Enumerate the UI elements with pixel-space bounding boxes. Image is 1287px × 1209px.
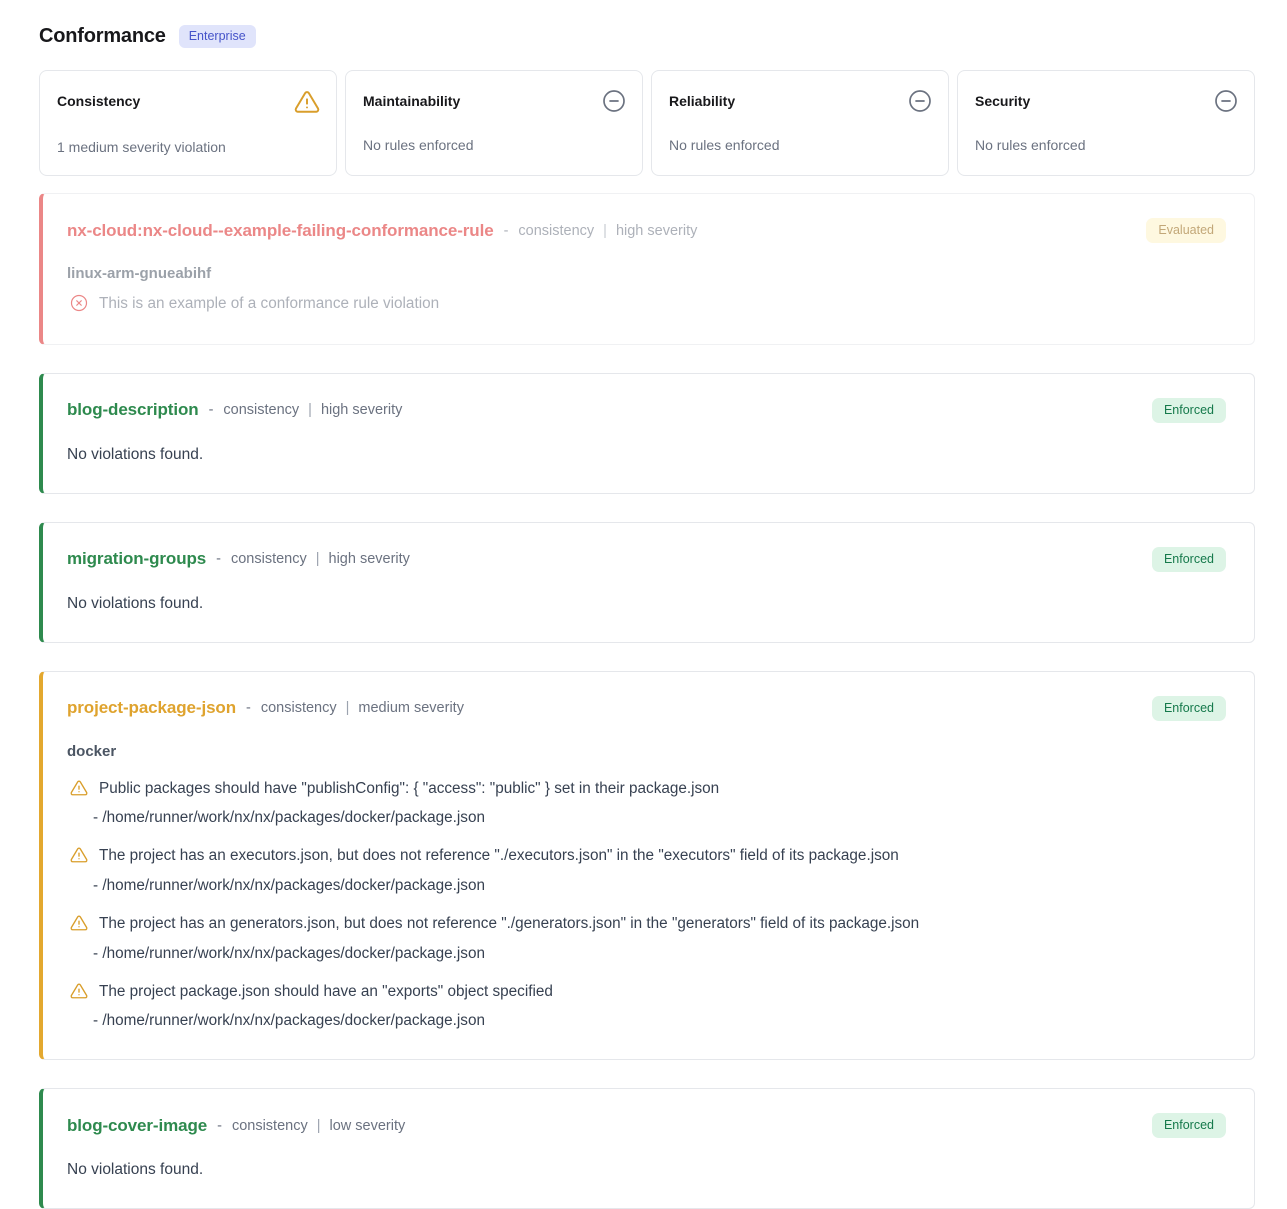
rule-category: consistency [261, 700, 337, 716]
violation-path: - /home/runner/work/nx/nx/packages/docke… [67, 809, 1226, 827]
page-title: Conformance [39, 25, 166, 48]
pipe-separator: | [346, 700, 350, 716]
violation-path: - /home/runner/work/nx/nx/packages/docke… [67, 945, 1226, 963]
rule-name-link[interactable]: blog-description [67, 400, 199, 420]
pipe-separator: | [316, 551, 320, 567]
summary-card-title: Maintainability [363, 89, 460, 109]
page-header: Conformance Enterprise [39, 25, 1255, 48]
rule-severity: low severity [330, 1118, 406, 1134]
summary-cards-row: Consistency 1 medium severity violation … [39, 70, 1255, 176]
rule-card-project-package-json: project-package-json - consistency | med… [39, 671, 1255, 1061]
violation-message: The project has an executors.json, but d… [99, 846, 899, 867]
enterprise-badge: Enterprise [179, 25, 256, 48]
warning-triangle-icon [70, 982, 88, 1000]
rule-category: consistency [518, 223, 594, 239]
status-badge: Enforced [1152, 1113, 1226, 1138]
dash-separator: - [246, 700, 251, 716]
project-name: linux-arm-gnueabihf [67, 265, 1226, 282]
summary-card-maintainability: Maintainability No rules enforced [345, 70, 643, 176]
rule-card-migration-groups: migration-groups - consistency | high se… [39, 522, 1255, 643]
warning-triangle-icon [70, 914, 88, 932]
dash-separator: - [217, 1118, 222, 1134]
rule-severity: high severity [616, 223, 697, 239]
summary-card-status: No rules enforced [363, 137, 626, 153]
summary-card-title: Reliability [669, 89, 735, 109]
warning-triangle-icon [70, 846, 88, 864]
status-badge: Enforced [1152, 398, 1226, 423]
no-violations-text: No violations found. [67, 1161, 1226, 1179]
no-violations-text: No violations found. [67, 446, 1226, 464]
violation-message: Public packages should have "publishConf… [99, 779, 719, 800]
rule-name-link[interactable]: blog-cover-image [67, 1116, 207, 1136]
summary-card-title: Consistency [57, 89, 140, 109]
summary-card-consistency: Consistency 1 medium severity violation [39, 70, 337, 176]
summary-card-status: No rules enforced [669, 137, 932, 153]
violation-path: - /home/runner/work/nx/nx/packages/docke… [67, 877, 1226, 895]
violation-path: - /home/runner/work/nx/nx/packages/docke… [67, 1012, 1226, 1030]
status-badge: Enforced [1152, 547, 1226, 572]
summary-card-status: 1 medium severity violation [57, 139, 320, 155]
pipe-separator: | [308, 402, 312, 418]
pipe-separator: | [317, 1118, 321, 1134]
conformance-page: Conformance Enterprise Consistency 1 med… [0, 0, 1287, 1209]
warning-triangle-icon [294, 89, 320, 115]
rule-severity: medium severity [358, 700, 464, 716]
dash-separator: - [216, 551, 221, 567]
violation-message: The project package.json should have an … [99, 982, 553, 1003]
rule-name-link[interactable]: migration-groups [67, 549, 206, 569]
pipe-separator: | [603, 223, 607, 239]
rule-card-blog-description: blog-description - consistency | high se… [39, 373, 1255, 494]
summary-card-status: No rules enforced [975, 137, 1238, 153]
circle-minus-icon [1214, 89, 1238, 113]
project-name: docker [67, 743, 1226, 760]
rule-severity: high severity [321, 402, 402, 418]
rule-category: consistency [232, 1118, 308, 1134]
dash-separator: - [209, 402, 214, 418]
status-badge: Evaluated [1146, 218, 1226, 243]
violation-message: This is an example of a conformance rule… [99, 294, 439, 315]
rule-category: consistency [231, 551, 307, 567]
rule-category: consistency [223, 402, 299, 418]
warning-triangle-icon [70, 779, 88, 797]
rule-name-link[interactable]: project-package-json [67, 698, 236, 718]
rule-name-link[interactable]: nx-cloud:nx-cloud--example-failing-confo… [67, 221, 494, 241]
rule-severity: high severity [329, 551, 410, 567]
violation-message: The project has an generators.json, but … [99, 914, 919, 935]
no-violations-text: No violations found. [67, 595, 1226, 613]
rule-card-blog-cover-image: blog-cover-image - consistency | low sev… [39, 1088, 1255, 1209]
summary-card-security: Security No rules enforced [957, 70, 1255, 176]
status-badge: Enforced [1152, 696, 1226, 721]
dash-separator: - [504, 223, 509, 239]
summary-card-title: Security [975, 89, 1030, 109]
x-circle-icon [70, 294, 88, 312]
summary-card-reliability: Reliability No rules enforced [651, 70, 949, 176]
rule-card-example-failing: nx-cloud:nx-cloud--example-failing-confo… [39, 193, 1255, 345]
circle-minus-icon [602, 89, 626, 113]
circle-minus-icon [908, 89, 932, 113]
